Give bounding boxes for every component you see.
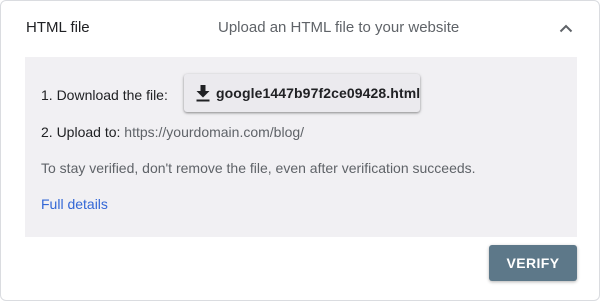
full-details-link[interactable]: Full details	[41, 196, 108, 212]
method-header[interactable]: HTML file Upload an HTML file to your we…	[1, 1, 599, 55]
step-upload: 2. Upload to: https://yourdomain.com/blo…	[41, 124, 304, 140]
download-icon	[196, 84, 210, 102]
chevron-up-icon[interactable]	[554, 16, 578, 40]
instructions-panel: 1. Download the file: google1447b97f2ce0…	[25, 57, 577, 237]
download-filename: google1447b97f2ce09428.html	[216, 85, 421, 101]
method-description: Upload an HTML file to your website	[218, 19, 460, 36]
step-download-label: 1. Download the file:	[41, 87, 168, 103]
upload-url: https://yourdomain.com/blog/	[124, 124, 305, 140]
verify-button[interactable]: VERIFY	[489, 245, 577, 281]
download-file-button[interactable]: google1447b97f2ce09428.html	[184, 74, 420, 112]
html-file-verification-card: HTML file Upload an HTML file to your we…	[0, 0, 600, 301]
method-title: HTML file	[26, 19, 90, 36]
step-upload-label: 2. Upload to:	[41, 124, 121, 140]
verification-note: To stay verified, don't remove the file,…	[41, 160, 476, 176]
